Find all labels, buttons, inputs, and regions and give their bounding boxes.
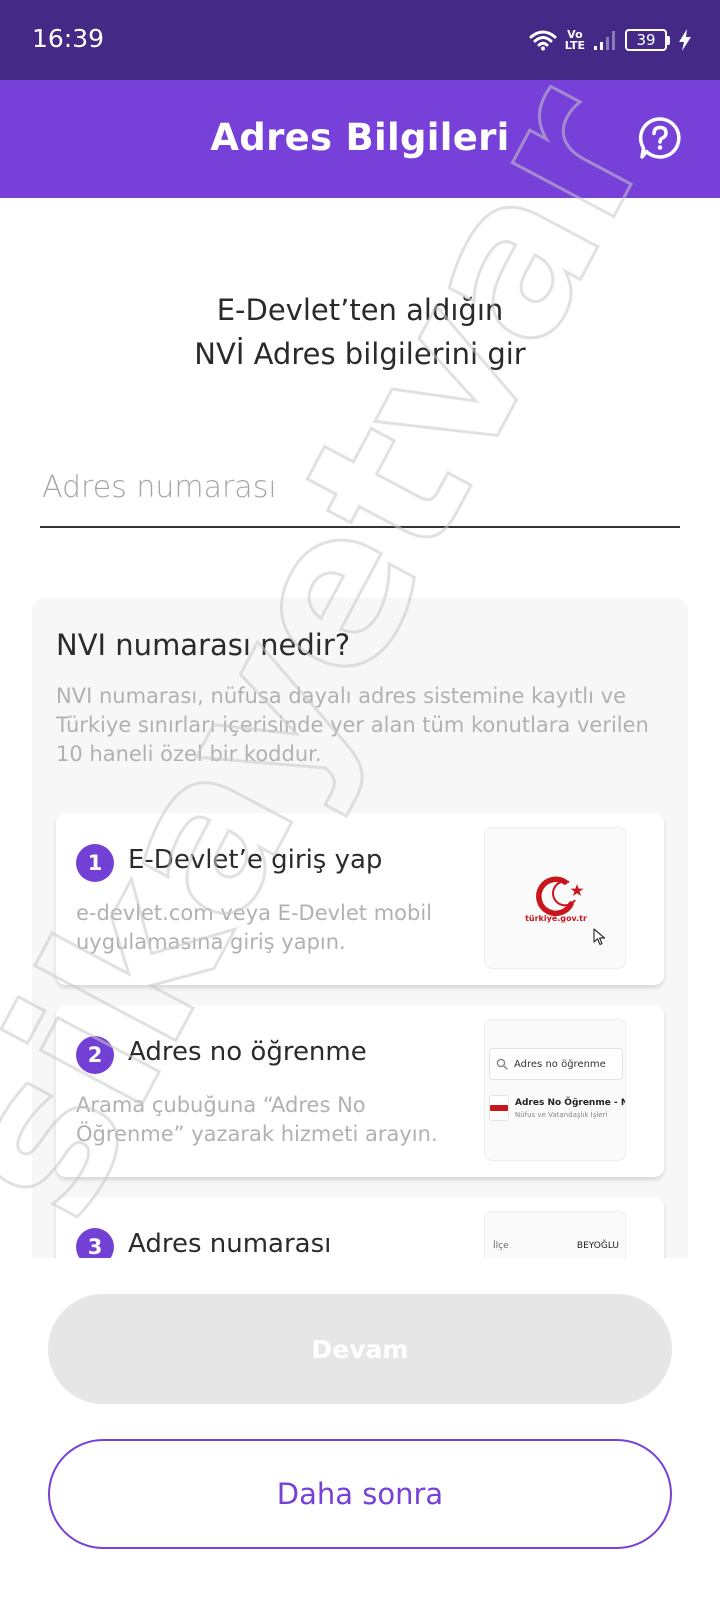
edevlet-logo-text: türkiye.gov.tr: [525, 914, 587, 923]
info-card-title: NVI numarası nedir?: [56, 628, 351, 662]
page-title: Adres Bilgileri: [210, 116, 510, 159]
app-bar: Adres Bilgileri: [0, 80, 720, 198]
address-number-field: [40, 450, 680, 528]
status-icons: Vo LTE 39: [529, 24, 692, 56]
step-title: E-Devlet’e giriş yap: [128, 845, 383, 875]
thumbnail-row-value: BEYOĞLU: [576, 1240, 619, 1251]
status-time: 16:39: [32, 24, 105, 53]
step-number-badge: 1: [76, 844, 114, 882]
battery-level: 39: [625, 29, 667, 51]
charging-icon: [679, 29, 691, 51]
step-thumbnail: türkiye.gov.tr: [484, 827, 626, 969]
step-thumbnail: Adres no öğrenme Adres No Öğrenme - NVİ …: [484, 1019, 626, 1161]
thumbnail-address-row: İlçe BEYOĞLU: [489, 1232, 623, 1258]
step-title: Adres numarası: [128, 1229, 332, 1258]
continue-button[interactable]: Devam: [48, 1294, 672, 1404]
government-logo-icon: [489, 1095, 509, 1121]
step-card: 3 Adres numarası İlçe BEYOĞLU: [56, 1197, 664, 1258]
help-chat-icon[interactable]: [638, 116, 682, 160]
thumbnail-search-text: Adres no öğrenme: [514, 1058, 606, 1070]
heading-line-1: E-Devlet’ten aldığın: [216, 293, 504, 327]
thumbnail-search-result: Adres No Öğrenme - NVİ Nüfus ve Vatandaş…: [489, 1088, 625, 1128]
nvi-info-card[interactable]: NVI numarası nedir? NVI numarası, nüfusa…: [32, 598, 688, 1258]
thumbnail-search-bar: Adres no öğrenme: [489, 1048, 623, 1080]
volte-indicator: Vo LTE: [565, 29, 585, 51]
wifi-icon: [529, 30, 557, 51]
step-description: Arama çubuğuna “Adres No Öğrenme” yazara…: [76, 1093, 438, 1146]
step-number-badge: 2: [76, 1036, 114, 1074]
volte-bottom-label: LTE: [564, 39, 585, 52]
info-card-description: NVI numarası, nüfusa dayalı adres sistem…: [56, 684, 649, 766]
cursor-icon: [593, 928, 606, 946]
step-number-badge: 3: [76, 1228, 114, 1258]
instruction-heading: E-Devlet’ten aldığın NVİ Adres bilgileri…: [0, 288, 720, 376]
step-card: 2 Adres no öğrenme Arama çubuğuna “Adres…: [56, 1005, 664, 1177]
battery-tip: [667, 35, 670, 45]
step-thumbnail: İlçe BEYOĞLU: [484, 1211, 626, 1258]
status-bar: 16:39 Vo LTE 39: [0, 0, 720, 80]
heading-line-2: NVİ Adres bilgilerini gir: [194, 337, 526, 371]
thumbnail-result-title: Adres No Öğrenme - NVİ: [515, 1097, 625, 1108]
address-number-input[interactable]: [40, 450, 680, 524]
search-icon: [496, 1058, 508, 1070]
thumbnail-result-subtitle: Nüfus ve Vatandaşlık İşleri: [515, 1110, 608, 1119]
step-description: e-devlet.com veya E-Devlet mobil uygulam…: [76, 901, 433, 954]
step-title: Adres no öğrenme: [128, 1037, 367, 1067]
signal-icon: [594, 31, 615, 50]
step-card: 1 E-Devlet’e giriş yap e-devlet.com veya…: [56, 813, 664, 985]
later-button[interactable]: Daha sonra: [48, 1439, 672, 1549]
thumbnail-row-key: İlçe: [493, 1240, 509, 1251]
battery-icon: 39: [625, 29, 670, 51]
